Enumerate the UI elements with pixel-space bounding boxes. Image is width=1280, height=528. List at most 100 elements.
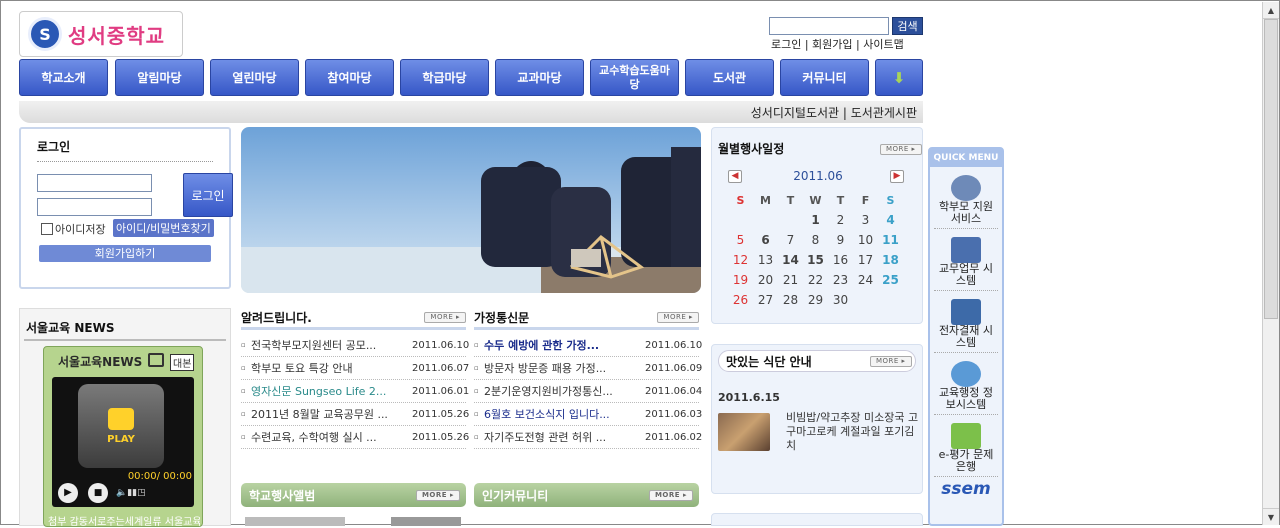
nav-item-4[interactable]: 학급마당	[400, 59, 489, 96]
school-logo[interactable]: S 성서중학교	[19, 11, 183, 57]
calendar-day[interactable]: 24	[853, 272, 878, 289]
scroll-up-icon[interactable]: ▲	[1263, 2, 1279, 19]
calendar-day[interactable]: 13	[753, 252, 778, 269]
calendar-day[interactable]: 9	[828, 232, 853, 249]
calendar-day[interactable]: 14	[778, 252, 803, 269]
next-month-icon[interactable]: ▶	[890, 170, 904, 183]
find-account-button[interactable]: 아이디/비밀번호찾기	[113, 219, 214, 237]
calendar-day[interactable]: 27	[753, 292, 778, 309]
nav-item-1[interactable]: 알림마당	[115, 59, 204, 96]
ssem-logo[interactable]: ssem	[930, 479, 1002, 499]
calendar-day[interactable]: 29	[803, 292, 828, 309]
list-item-title[interactable]: 전국학부모지원센터 공모...	[251, 337, 412, 353]
calendar-day[interactable]: 25	[878, 272, 903, 289]
calendar-day[interactable]: 12	[728, 252, 753, 269]
video-player[interactable]: PLAY 00:00/ 00:00 ▶ ■ 🔈▮▮◳	[52, 377, 194, 507]
nav-item-9[interactable]: ⬇	[875, 59, 923, 96]
list-item[interactable]: ▫ 수련교육, 수학여행 실시 ... 2011.05.26	[241, 426, 469, 449]
library-links[interactable]: 성서디지털도서관 | 도서관게시판	[751, 104, 917, 121]
list-item-title[interactable]: 방문자 방문증 패용 가정...	[484, 360, 645, 376]
nav-item-8[interactable]: 커뮤니티	[780, 59, 869, 96]
calendar-day[interactable]: 6	[753, 232, 778, 249]
save-id-checkbox[interactable]	[41, 223, 53, 235]
list-item-title[interactable]: 수두 예방에 관한 가정...	[484, 337, 645, 353]
list-item[interactable]: ▫ 2분기운영지원비가정통신... 2011.06.04	[474, 380, 702, 403]
calendar-day[interactable]: 4	[878, 212, 903, 229]
list-item-title[interactable]: 자기주도전형 관련 허위 ...	[484, 429, 645, 445]
top-links[interactable]: 로그인 | 회원가입 | 사이트맵	[771, 36, 904, 52]
calendar-day[interactable]: 15	[803, 252, 828, 269]
calendar-day[interactable]: 26	[728, 292, 753, 309]
calendar-day[interactable]: 30	[828, 292, 853, 309]
notice-more-button[interactable]: MORE ▸	[424, 312, 466, 323]
list-item-title[interactable]: 2분기운영지원비가정통신...	[484, 383, 645, 399]
calendar-day[interactable]: 21	[778, 272, 803, 289]
calendar-day[interactable]: 17	[853, 252, 878, 269]
calendar-day[interactable]: 19	[728, 272, 753, 289]
calendar-day[interactable]: 28	[778, 292, 803, 309]
volume-icon[interactable]: 🔈▮▮◳	[116, 488, 146, 498]
list-item-title[interactable]: 학부모 토요 특강 안내	[251, 360, 412, 376]
list-item-title[interactable]: 수련교육, 수학여행 실시 ...	[251, 429, 412, 445]
calendar-day[interactable]: 20	[753, 272, 778, 289]
album-bar[interactable]: 학교행사앨범 MORE ▸	[241, 483, 466, 507]
calendar-day[interactable]: 1	[803, 212, 828, 229]
join-button[interactable]: 회원가입하기	[39, 245, 211, 262]
nav-item-3[interactable]: 참여마당	[305, 59, 394, 96]
list-item[interactable]: ▫ 학부모 토요 특강 안내 2011.06.07	[241, 357, 469, 380]
video-thumbnail[interactable]: PLAY	[78, 384, 164, 468]
album-more-button[interactable]: MORE ▸	[415, 489, 460, 501]
scroll-down-icon[interactable]: ▼	[1263, 508, 1279, 525]
nav-item-6[interactable]: 교수학습도움마당	[590, 59, 679, 96]
meal-more-button[interactable]: MORE ▸	[870, 356, 912, 367]
list-item[interactable]: ▫ 2011년 8월말 교육공무원 ... 2011.05.26	[241, 403, 469, 426]
calendar-day[interactable]: 2	[828, 212, 853, 229]
stop-icon[interactable]: ■	[88, 483, 108, 503]
quick-item-label: 전자결재 시스템	[938, 324, 994, 349]
play-icon[interactable]: ▶	[58, 483, 78, 503]
nav-item-0[interactable]: 학교소개	[19, 59, 108, 96]
calendar-day[interactable]: 3	[853, 212, 878, 229]
quick-item-2[interactable]: 전자결재 시스템	[934, 291, 998, 353]
calendar-day[interactable]: 11	[878, 232, 903, 249]
quick-item-3[interactable]: 교육행정 정보시스템	[934, 353, 998, 415]
calendar-day[interactable]: 7	[778, 232, 803, 249]
calendar-day[interactable]: 16	[828, 252, 853, 269]
quick-item-0[interactable]: 학부모 지원서비스	[934, 167, 998, 229]
login-button[interactable]: 로그인	[183, 173, 233, 217]
community-bar[interactable]: 인기커뮤니티 MORE ▸	[474, 483, 699, 507]
calendar-day[interactable]: 23	[828, 272, 853, 289]
scrollbar[interactable]: ▲ ▼	[1262, 2, 1279, 525]
userid-input[interactable]	[37, 174, 152, 192]
list-item[interactable]: ▫ 전국학부모지원센터 공모... 2011.06.10	[241, 334, 469, 357]
community-more-button[interactable]: MORE ▸	[648, 489, 693, 501]
family-more-button[interactable]: MORE ▸	[657, 312, 699, 323]
list-item[interactable]: ▫ 수두 예방에 관한 가정... 2011.06.10	[474, 334, 702, 357]
calendar-day[interactable]: 8	[803, 232, 828, 249]
quick-item-1[interactable]: 교무업무 시스템	[934, 229, 998, 291]
notice-title[interactable]: 알려드립니다.	[241, 309, 312, 326]
quick-item-4[interactable]: e-평가 문제은행	[934, 415, 998, 477]
search-input[interactable]	[769, 17, 889, 35]
scroll-thumb[interactable]	[1264, 19, 1278, 319]
library-subbar[interactable]: 성서디지털도서관 | 도서관게시판	[19, 101, 923, 123]
nav-item-2[interactable]: 열린마당	[210, 59, 299, 96]
list-item[interactable]: ▫ 방문자 방문증 패용 가정... 2011.06.09	[474, 357, 702, 380]
nav-item-7[interactable]: 도서관	[685, 59, 774, 96]
list-item[interactable]: ▫ 자기주도전형 관련 허위 ... 2011.06.02	[474, 426, 702, 449]
calendar-day[interactable]: 18	[878, 252, 903, 269]
password-input[interactable]	[37, 198, 152, 216]
nav-item-5[interactable]: 교과마당	[495, 59, 584, 96]
search-button[interactable]: 검색	[892, 17, 923, 35]
calendar-day[interactable]: 5	[728, 232, 753, 249]
list-item-title[interactable]: 6월호 보건소식지 입니다...	[484, 406, 645, 422]
list-item-title[interactable]: 영자신문 Sungseo Life 2...	[251, 383, 412, 399]
weekday-header: T	[836, 194, 845, 207]
list-item-title[interactable]: 2011년 8월말 교육공무원 ...	[251, 406, 412, 422]
list-item[interactable]: ▫ 영자신문 Sungseo Life 2... 2011.06.01	[241, 380, 469, 403]
calendar-day[interactable]: 22	[803, 272, 828, 289]
family-title[interactable]: 가정통신문	[474, 309, 529, 326]
list-item[interactable]: ▫ 6월호 보건소식지 입니다... 2011.06.03	[474, 403, 702, 426]
calendar-day[interactable]: 10	[853, 232, 878, 249]
calendar-more-button[interactable]: MORE ▸	[880, 144, 922, 155]
